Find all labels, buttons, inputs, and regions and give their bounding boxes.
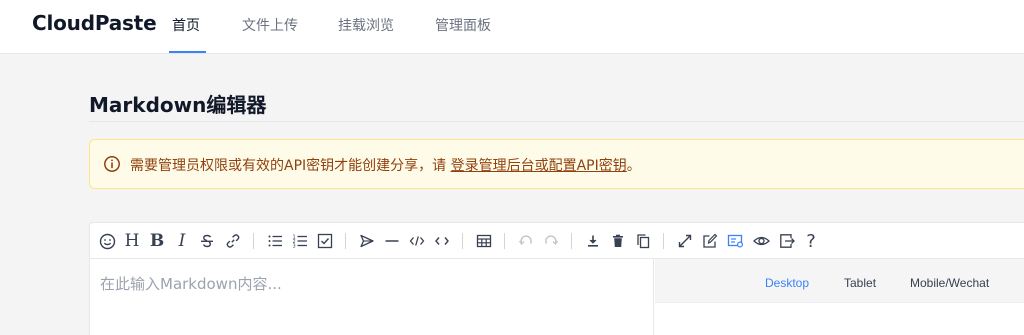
toolbar-separator	[571, 233, 572, 249]
nav-item-mount-browse[interactable]: 挂载浏览	[338, 15, 394, 54]
fullscreen-icon[interactable]	[675, 231, 695, 251]
active-tab-indicator	[169, 51, 206, 53]
preview-pane: Desktop Tablet Mobile/Wechat	[655, 259, 1024, 335]
table-icon[interactable]	[474, 231, 494, 251]
markdown-input-pane[interactable]: 在此输入Markdown内容...	[90, 259, 654, 335]
strikethrough-icon[interactable]	[197, 231, 217, 251]
code-icon[interactable]	[407, 231, 427, 251]
editor-toolbar: H B I 123 ?	[90, 223, 1024, 259]
undo-icon[interactable]	[516, 231, 536, 251]
bold-icon[interactable]: B	[147, 231, 167, 251]
toolbar-separator	[253, 233, 254, 249]
exit-icon[interactable]	[777, 231, 797, 251]
horizontal-rule-icon[interactable]	[382, 231, 402, 251]
help-icon[interactable]: ?	[801, 231, 821, 252]
alert-suffix: 。	[626, 158, 641, 174]
preview-tab-desktop[interactable]: Desktop	[765, 276, 809, 290]
login-admin-link[interactable]: 登录管理后台或配置API密钥	[451, 158, 627, 174]
preview-tab-tablet[interactable]: Tablet	[844, 276, 876, 290]
top-navigation: CloudPaste 首页 文件上传 挂载浏览 管理面板	[0, 0, 1024, 54]
quote-icon[interactable]	[357, 231, 377, 251]
info-icon	[103, 155, 121, 173]
link-icon[interactable]	[223, 231, 243, 251]
toolbar-separator	[345, 233, 346, 249]
page-title: Markdown编辑器	[89, 93, 267, 117]
preview-icon[interactable]	[751, 231, 771, 251]
heading-icon[interactable]: H	[122, 231, 142, 251]
toolbar-separator	[504, 233, 505, 249]
editor-placeholder: 在此输入Markdown内容...	[100, 275, 282, 293]
nav-item-admin-panel[interactable]: 管理面板	[435, 15, 491, 54]
split-mode-icon[interactable]	[725, 231, 745, 251]
title-divider	[89, 121, 1024, 122]
emoji-icon[interactable]	[97, 231, 117, 251]
redo-icon[interactable]	[541, 231, 561, 251]
copy-icon[interactable]	[633, 231, 653, 251]
delete-icon[interactable]	[608, 231, 628, 251]
preview-device-bar: Desktop Tablet Mobile/Wechat	[655, 259, 1024, 303]
preview-tab-mobile-wechat[interactable]: Mobile/Wechat	[910, 276, 989, 290]
download-icon[interactable]	[583, 231, 603, 251]
markdown-editor: H B I 123 ? 在此输入Markdown内容... Desktop Ta…	[89, 222, 1024, 335]
svg-text:3: 3	[293, 244, 296, 250]
toolbar-separator	[462, 233, 463, 249]
inline-code-icon[interactable]	[432, 231, 452, 251]
permission-alert: 需要管理员权限或有效的API密钥才能创建分享，请 登录管理后台或配置API密钥。	[89, 139, 1024, 189]
toolbar-separator	[663, 233, 664, 249]
italic-icon[interactable]: I	[172, 231, 192, 251]
alert-message: 需要管理员权限或有效的API密钥才能创建分享，请 登录管理后台或配置API密钥。	[130, 155, 641, 175]
nav-item-home[interactable]: 首页	[172, 15, 200, 54]
alert-text: 需要管理员权限或有效的API密钥才能创建分享，请	[130, 158, 451, 174]
edit-mode-icon[interactable]	[700, 231, 720, 251]
brand-logo[interactable]: CloudPaste	[32, 11, 157, 35]
unordered-list-icon[interactable]	[265, 231, 285, 251]
ordered-list-icon[interactable]: 123	[290, 231, 310, 251]
nav-item-file-upload[interactable]: 文件上传	[242, 15, 298, 54]
checklist-icon[interactable]	[315, 231, 335, 251]
